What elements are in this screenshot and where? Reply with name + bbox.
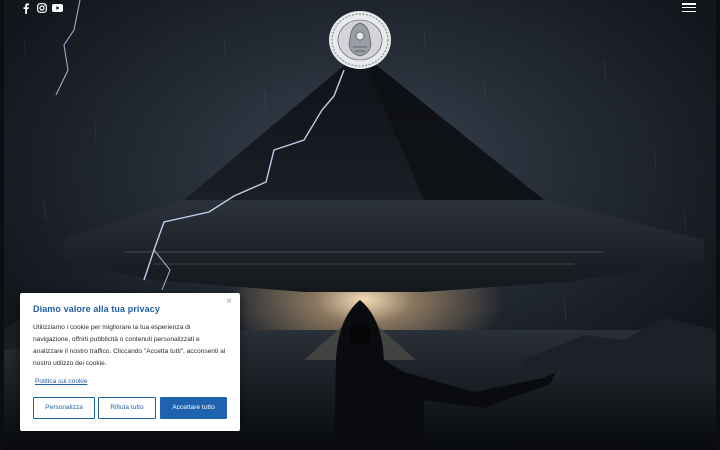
accept-all-button[interactable]: Accettare tutto [160, 397, 227, 419]
youtube-icon[interactable] [51, 2, 63, 14]
facebook-icon[interactable] [22, 2, 30, 14]
reject-all-button[interactable]: Rifiuta tutto [98, 397, 156, 419]
close-icon[interactable]: × [224, 297, 234, 307]
cookie-banner-text: Utilizziamo i cookie per migliorare la t… [33, 324, 226, 367]
hamburger-menu-icon[interactable] [682, 3, 696, 13]
customize-button[interactable]: Personalizza [33, 397, 95, 419]
flying-ship [64, 200, 704, 292]
instagram-icon[interactable] [36, 2, 47, 14]
cookie-policy-link[interactable]: Politica sui cookie [35, 378, 87, 385]
cookie-consent-banner: Diamo valore alla tua privacy Utilizziam… [20, 293, 240, 431]
cookie-banner-title: Diamo valore alla tua privacy [33, 304, 160, 314]
ancient-seal-logo[interactable] [327, 9, 393, 71]
